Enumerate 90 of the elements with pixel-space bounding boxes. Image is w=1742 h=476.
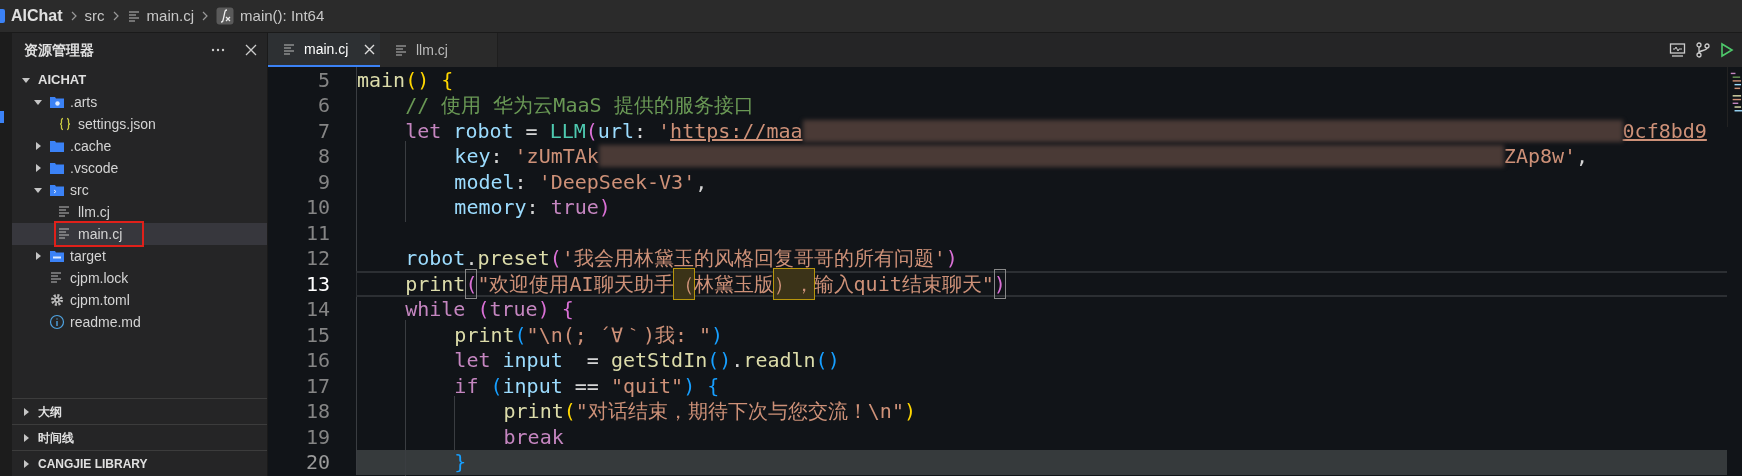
tree-row[interactable]: cjpm.toml <box>12 289 267 311</box>
tree-row[interactable]: llm.cj <box>12 201 267 223</box>
line-number: 10 <box>304 194 330 222</box>
line-number: 14 <box>304 296 330 324</box>
close-icon[interactable] <box>245 44 257 56</box>
info-icon <box>49 314 65 330</box>
code-text: ZAp8w', <box>1503 143 1589 171</box>
code-text: if (input == "quit") { <box>454 372 720 400</box>
tree-row[interactable]: target <box>12 245 267 267</box>
line-number: 16 <box>304 347 330 375</box>
minimap[interactable] <box>1727 67 1742 127</box>
code-text: // 使用 华为云MaaS 提供的服务接口 <box>405 92 754 120</box>
folder-icon <box>49 182 65 198</box>
code-text: "欢迎使用AI聊天助手 <box>477 270 674 298</box>
code-text: print("对话结束，期待下次与您交流！\n") <box>503 398 916 426</box>
close-icon[interactable] <box>364 43 376 55</box>
code-text: let robot = LLM(url: 'https://maa <box>405 117 803 145</box>
file-lines-icon <box>126 9 141 23</box>
tree-row[interactable]: src <box>12 179 267 201</box>
code-text: memory: true) <box>454 194 611 222</box>
line-number: 8 <box>316 143 330 171</box>
tree-row[interactable]: .arts <box>12 91 267 113</box>
tree-item-label: main.cj <box>78 224 123 244</box>
line-number: 12 <box>304 245 330 273</box>
folder-icon <box>49 138 65 154</box>
code-text: while (true) { <box>405 296 574 324</box>
highlighted-character: （ <box>673 268 694 299</box>
tree-item-label: target <box>70 246 106 266</box>
panel-title: 资源管理器 <box>24 40 94 60</box>
tree-item-label: .arts <box>70 92 98 112</box>
code-text: 0cf8bd9 <box>1622 117 1707 145</box>
code-text: print <box>405 270 466 298</box>
section-header[interactable]: 大纲 <box>38 402 62 421</box>
section-header[interactable]: 时间线 <box>38 428 74 447</box>
folder-icon <box>0 9 5 23</box>
section-header[interactable]: CANGJIE LIBRARY <box>38 454 148 473</box>
line-number: 5 <box>316 67 330 94</box>
code-text: main() { <box>357 67 454 94</box>
line-number: 9 <box>316 168 330 196</box>
tree-item[interactable]: AICHAT <box>38 70 87 90</box>
code-text: print("\n(; ´∀｀)我: ") <box>454 321 724 349</box>
tree-row[interactable]: settings.json <box>12 113 267 135</box>
line-number: 19 <box>304 423 330 451</box>
tree-item-label: .vscode <box>70 158 119 178</box>
gear-icon <box>49 292 65 308</box>
tree-row[interactable]: cjpm.lock <box>12 267 267 289</box>
braces-icon <box>57 116 73 132</box>
tree-item-label: .cache <box>70 136 112 156</box>
line-number: 17 <box>304 372 330 400</box>
tree-item-label: cjpm.toml <box>70 290 130 310</box>
active-indicator <box>0 111 4 123</box>
tree-item-label: src <box>70 180 89 200</box>
more-icon[interactable] <box>211 48 225 52</box>
tree-row[interactable]: main.cj <box>12 223 267 245</box>
play-icon[interactable] <box>1720 42 1734 58</box>
code-text: model: 'DeepSeek-V3', <box>454 168 708 196</box>
breadcrumb-item[interactable]: main(): Int64 <box>240 4 325 28</box>
tree-item-label: settings.json <box>78 114 156 134</box>
line-number: 20 <box>304 449 330 476</box>
tree-row[interactable]: .cache <box>12 135 267 157</box>
code-text: key: 'zUmTAk <box>454 143 599 171</box>
folder-icon <box>49 160 65 176</box>
line-number: 11 <box>304 219 330 247</box>
code-text: let input = getStdIn().readln() <box>454 347 840 375</box>
tree-item-label: readme.md <box>70 312 141 332</box>
line-number: 7 <box>316 117 330 145</box>
file-lines-icon <box>394 43 408 57</box>
folder-icon <box>49 248 65 264</box>
bracket-match: ) <box>993 268 1006 299</box>
folder-icon <box>49 94 65 110</box>
editor-tab[interactable]: llm.cj <box>380 33 498 67</box>
breadcrumb-item[interactable]: main.cj <box>146 4 195 28</box>
line-number: 6 <box>316 92 330 120</box>
breadcrumb-item[interactable]: AIChat <box>11 4 63 28</box>
file-lines-icon <box>282 42 296 56</box>
highlighted-character: ）， <box>773 268 814 299</box>
code-text: break <box>503 423 564 451</box>
branch-icon[interactable] <box>1695 42 1711 58</box>
breadcrumb-item[interactable]: src <box>84 4 105 28</box>
monitor-icon[interactable] <box>1669 42 1686 58</box>
tree-item-label: cjpm.lock <box>70 268 129 288</box>
tree-row[interactable]: readme.md <box>12 311 267 333</box>
line-number: 18 <box>304 398 330 426</box>
editor-tab[interactable]: main.cj <box>268 33 380 67</box>
tree-row[interactable]: .vscode <box>12 157 267 179</box>
function-icon <box>216 7 235 25</box>
code-text: } <box>454 449 467 476</box>
tree-item-label: llm.cj <box>78 202 110 222</box>
line-number: 15 <box>304 321 330 349</box>
line-number: 13 <box>304 270 330 298</box>
